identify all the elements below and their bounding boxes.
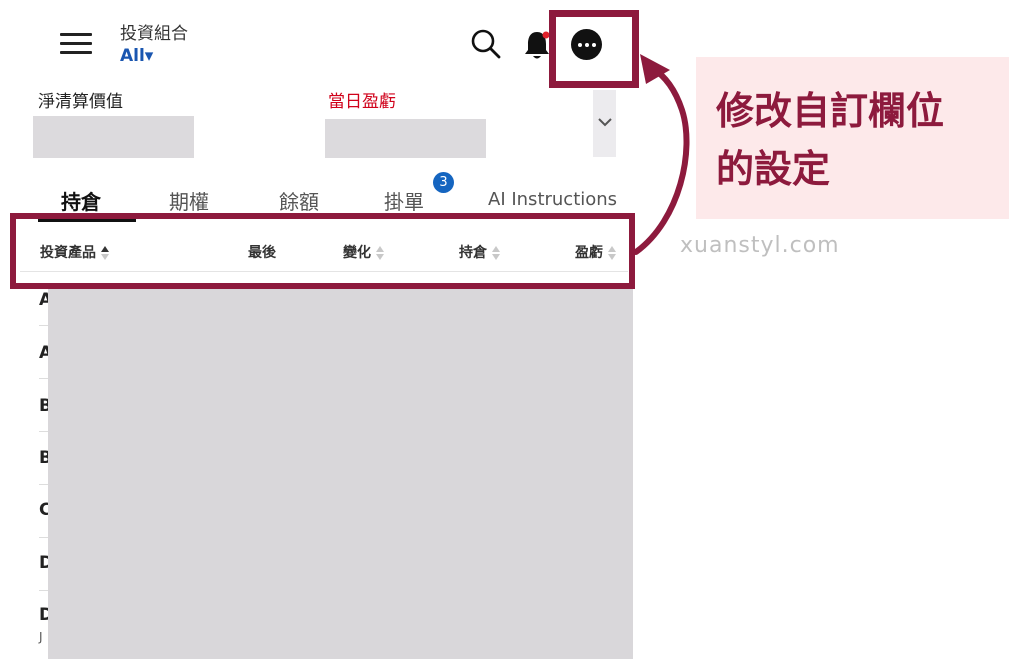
column-header-change[interactable]: 變化 <box>343 242 385 262</box>
menu-icon-bar <box>60 33 92 36</box>
column-header-position[interactable]: 持倉 <box>459 242 501 262</box>
sort-icon <box>492 246 500 260</box>
menu-icon-bar <box>60 51 92 54</box>
column-label: 盈虧 <box>575 245 603 261</box>
tab-orders[interactable]: 掛單 <box>384 186 424 215</box>
annotation-arrow <box>633 54 690 255</box>
tab-holdings[interactable]: 持倉 <box>61 186 101 215</box>
column-header-last[interactable]: 最後 <box>248 242 276 262</box>
menu-icon-bar <box>60 42 92 45</box>
search-icon[interactable] <box>470 28 502 60</box>
orders-count-badge: 3 <box>433 172 454 193</box>
daily-pnl-value-redacted <box>325 119 486 158</box>
holdings-rows-redacted <box>48 289 633 659</box>
column-header-product[interactable]: 投資產品 <box>40 242 110 262</box>
daily-pnl-label: 當日盈虧 <box>328 92 396 112</box>
net-liquidation-label: 淨清算價值 <box>38 92 123 112</box>
column-label: 變化 <box>343 245 371 261</box>
sort-icon <box>376 246 384 260</box>
column-label: 最後 <box>248 245 276 261</box>
column-label: 投資產品 <box>40 245 96 261</box>
tab-ai-instructions[interactable]: AI Instructions <box>488 189 617 210</box>
annotation-line: 的設定 <box>716 147 831 191</box>
table-row-subtext: J <box>39 630 43 644</box>
net-liquidation-value-redacted <box>33 116 194 158</box>
column-label: 持倉 <box>459 245 487 261</box>
active-tab-indicator <box>38 219 136 222</box>
watermark: xuanstyl.com <box>680 233 840 258</box>
divider <box>20 271 628 272</box>
annotation-line: 修改自訂欄位 <box>716 89 945 133</box>
menu-button[interactable] <box>58 30 96 58</box>
tab-options[interactable]: 期權 <box>169 186 209 215</box>
portfolio-account-select[interactable]: All▾ <box>120 46 153 66</box>
sort-icon <box>101 246 109 260</box>
search-icon-graphic <box>471 29 501 59</box>
annotation-text: 修改自訂欄位 的設定 <box>716 82 996 198</box>
portfolio-title: 投資組合 <box>120 24 188 44</box>
tab-balance[interactable]: 餘額 <box>279 186 319 215</box>
